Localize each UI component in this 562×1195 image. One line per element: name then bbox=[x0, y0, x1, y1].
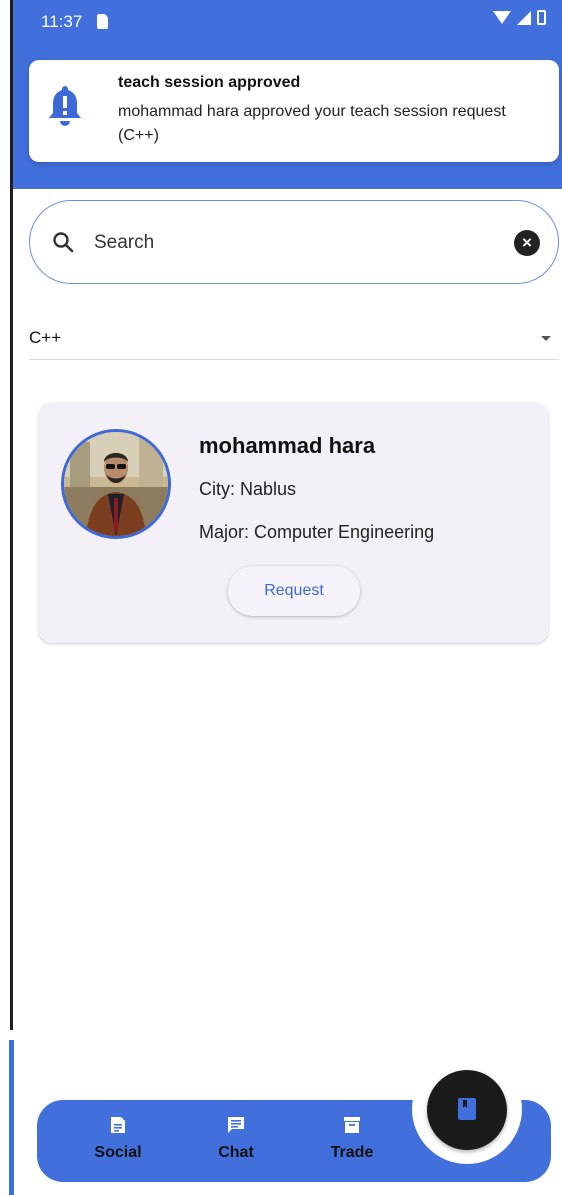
clear-icon[interactable]: × bbox=[514, 230, 540, 256]
sim-card-icon bbox=[97, 14, 108, 29]
notification-body: mohammad hara approved your teach sessio… bbox=[118, 103, 506, 144]
wifi-icon bbox=[493, 11, 511, 24]
avatar-photo bbox=[64, 432, 168, 536]
fab-button[interactable] bbox=[427, 1070, 507, 1150]
avatar bbox=[61, 429, 171, 539]
chevron-down-icon bbox=[541, 336, 551, 341]
archive-icon bbox=[344, 1117, 360, 1133]
tutor-city: City: Nablus bbox=[199, 479, 297, 499]
signal-icon bbox=[517, 10, 531, 25]
request-button[interactable]: Request bbox=[228, 566, 360, 616]
dropdown-selected-value: C++ bbox=[29, 328, 62, 347]
status-icons bbox=[493, 10, 546, 25]
battery-icon bbox=[537, 10, 546, 25]
search-input[interactable] bbox=[92, 221, 496, 265]
tutor-card[interactable]: mohammad hara City: Nablus Major: Comput… bbox=[39, 403, 548, 643]
nav-item-chat[interactable]: Chat bbox=[191, 1116, 281, 1162]
search-icon bbox=[53, 232, 74, 253]
nav-item-social[interactable]: Social bbox=[73, 1116, 163, 1162]
tutor-name: mohammad hara bbox=[199, 433, 376, 458]
chat-icon bbox=[228, 1117, 244, 1133]
search-bar[interactable]: × bbox=[29, 200, 559, 284]
book-icon bbox=[458, 1098, 476, 1120]
nav-label-chat: Chat bbox=[218, 1144, 254, 1161]
nav-label-social: Social bbox=[94, 1144, 142, 1161]
notification-banner[interactable]: teach session approved mohammad hara app… bbox=[29, 60, 559, 162]
document-icon bbox=[111, 1117, 125, 1133]
window-edge-accent bbox=[9, 1040, 14, 1195]
nav-item-trade[interactable]: Trade bbox=[307, 1116, 397, 1162]
bell-icon bbox=[49, 86, 81, 126]
status-time: 11:37 bbox=[41, 12, 83, 31]
tutor-major: Major: Computer Engineering bbox=[199, 522, 435, 542]
notification-title: teach session approved bbox=[118, 74, 301, 91]
nav-label-trade: Trade bbox=[330, 1144, 374, 1161]
skill-filter-dropdown[interactable]: C++ bbox=[29, 318, 559, 360]
